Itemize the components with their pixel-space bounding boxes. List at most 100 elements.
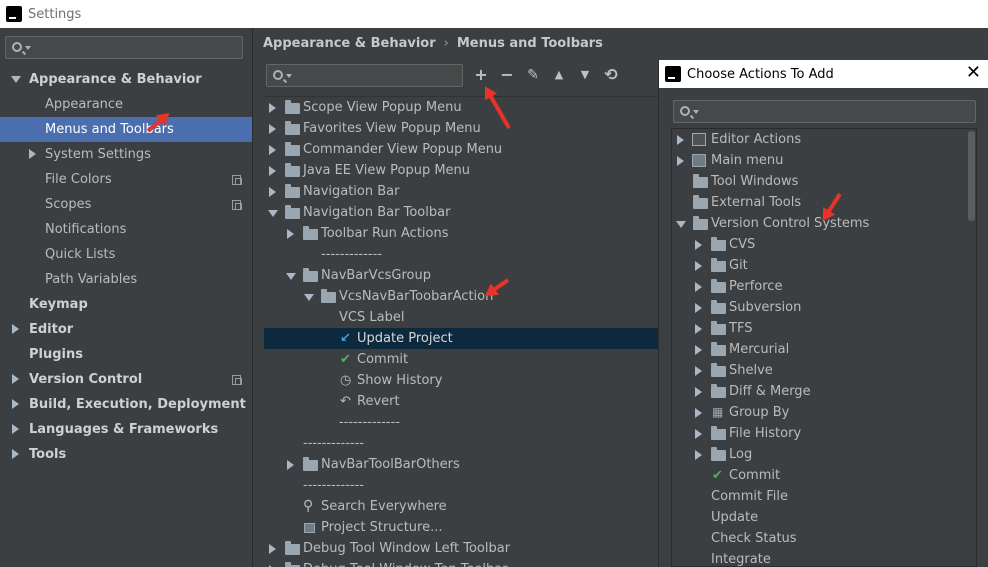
tree-item[interactable]: Tool Windows bbox=[672, 171, 968, 192]
search-dropdown-icon[interactable] bbox=[25, 46, 31, 50]
search-dropdown-icon[interactable] bbox=[693, 110, 699, 114]
expand-right-icon[interactable] bbox=[677, 156, 684, 166]
edit-icon-button[interactable]: ✎ bbox=[524, 66, 542, 84]
tree-item[interactable]: Debug Tool Window Top Toolbar bbox=[264, 559, 658, 567]
tree-separator[interactable]: ------------- bbox=[264, 244, 658, 265]
tree-item[interactable]: Debug Tool Window Left Toolbar bbox=[264, 538, 658, 559]
dialog-search-input[interactable] bbox=[673, 100, 976, 123]
tree-separator[interactable]: ------------- bbox=[264, 412, 658, 433]
tree-item-selected[interactable]: ↙ Update Project bbox=[264, 328, 658, 349]
tree-item[interactable]: Scope View Popup Menu bbox=[264, 97, 658, 118]
expand-right-icon[interactable] bbox=[269, 124, 276, 134]
expand-right-icon[interactable] bbox=[269, 187, 276, 197]
add-action-button[interactable]: + bbox=[472, 66, 490, 84]
tree-item[interactable]: ✔ Commit bbox=[264, 349, 658, 370]
sidebar-item-tools[interactable]: Tools bbox=[0, 442, 252, 467]
tree-item[interactable]: ⚲ Search Everywhere bbox=[264, 496, 658, 517]
vertical-scrollbar[interactable] bbox=[968, 131, 975, 221]
expand-right-icon[interactable] bbox=[695, 429, 702, 439]
expand-right-icon[interactable] bbox=[695, 240, 702, 250]
tree-item[interactable]: CVS bbox=[672, 234, 968, 255]
restore-default-button[interactable]: ⟲ bbox=[602, 66, 620, 84]
tree-separator[interactable]: ------------- bbox=[264, 475, 658, 496]
expand-right-icon[interactable] bbox=[269, 103, 276, 113]
tree-item[interactable]: Subversion bbox=[672, 297, 968, 318]
expand-right-icon[interactable] bbox=[12, 374, 19, 384]
expand-right-icon[interactable] bbox=[287, 460, 294, 470]
expand-right-icon[interactable] bbox=[695, 408, 702, 418]
expand-right-icon[interactable] bbox=[12, 424, 19, 434]
tree-item[interactable]: Mercurial bbox=[672, 339, 968, 360]
expand-right-icon[interactable] bbox=[29, 149, 36, 159]
expand-right-icon[interactable] bbox=[695, 345, 702, 355]
tree-item[interactable]: Commit File bbox=[672, 486, 968, 507]
sidebar-item-appearance-behavior[interactable]: Appearance & Behavior bbox=[0, 67, 252, 92]
expand-right-icon[interactable] bbox=[695, 324, 702, 334]
tree-item[interactable]: Git bbox=[672, 255, 968, 276]
tree-item[interactable]: Favorites View Popup Menu bbox=[264, 118, 658, 139]
tree-item[interactable]: Update bbox=[672, 507, 968, 528]
sidebar-item-scopes[interactable]: Scopes bbox=[0, 192, 252, 217]
sidebar-item-system-settings[interactable]: System Settings bbox=[0, 142, 252, 167]
tree-item[interactable]: Navigation Bar bbox=[264, 181, 658, 202]
sidebar-item-notifications[interactable]: Notifications bbox=[0, 217, 252, 242]
tree-item[interactable]: NavBarToolBarOthers bbox=[264, 454, 658, 475]
tree-item[interactable]: Perforce bbox=[672, 276, 968, 297]
expand-down-icon[interactable] bbox=[268, 210, 278, 217]
expand-right-icon[interactable] bbox=[269, 145, 276, 155]
expand-right-icon[interactable] bbox=[12, 449, 19, 459]
tree-item[interactable]: VCS Label bbox=[264, 307, 658, 328]
sidebar-item-keymap[interactable]: Keymap bbox=[0, 292, 252, 317]
expand-right-icon[interactable] bbox=[695, 303, 702, 313]
close-icon[interactable]: ✕ bbox=[966, 64, 981, 82]
tree-item[interactable]: Integrate bbox=[672, 549, 968, 566]
tree-item[interactable]: ✔ Commit bbox=[672, 465, 968, 486]
tree-item[interactable]: VcsNavBarToobarAction bbox=[264, 286, 658, 307]
tree-item[interactable]: Shelve bbox=[672, 360, 968, 381]
tree-separator[interactable]: ------------- bbox=[264, 433, 658, 454]
sidebar-item-file-colors[interactable]: File Colors bbox=[0, 167, 252, 192]
expand-right-icon[interactable] bbox=[695, 282, 702, 292]
tree-item[interactable]: TFS bbox=[672, 318, 968, 339]
expand-right-icon[interactable] bbox=[695, 387, 702, 397]
breadcrumb-parent[interactable]: Appearance & Behavior bbox=[263, 36, 436, 51]
tree-item[interactable]: NavBarVcsGroup bbox=[264, 265, 658, 286]
tree-item[interactable]: Java EE View Popup Menu bbox=[264, 160, 658, 181]
tree-item[interactable]: Main menu bbox=[672, 150, 968, 171]
expand-right-icon[interactable] bbox=[12, 399, 19, 409]
sidebar-item-appearance[interactable]: Appearance bbox=[0, 92, 252, 117]
sidebar-item-menus-toolbars[interactable]: Menus and Toolbars bbox=[0, 117, 252, 142]
sidebar-item-path-variables[interactable]: Path Variables bbox=[0, 267, 252, 292]
expand-right-icon[interactable] bbox=[695, 261, 702, 271]
expand-down-icon[interactable] bbox=[676, 221, 686, 228]
tree-item[interactable]: Log bbox=[672, 444, 968, 465]
tree-item[interactable]: ▦ Group By bbox=[672, 402, 968, 423]
expand-right-icon[interactable] bbox=[695, 366, 702, 376]
tree-item[interactable]: Navigation Bar Toolbar bbox=[264, 202, 658, 223]
tree-item[interactable]: Commander View Popup Menu bbox=[264, 139, 658, 160]
expand-right-icon[interactable] bbox=[695, 450, 702, 460]
expand-right-icon[interactable] bbox=[677, 135, 684, 145]
move-up-button[interactable]: ▲ bbox=[550, 66, 568, 84]
tree-item[interactable]: Project Structure... bbox=[264, 517, 658, 538]
expand-down-icon[interactable] bbox=[286, 273, 296, 280]
expand-right-icon[interactable] bbox=[269, 166, 276, 176]
sidebar-item-languages[interactable]: Languages & Frameworks bbox=[0, 417, 252, 442]
sidebar-item-quick-lists[interactable]: Quick Lists bbox=[0, 242, 252, 267]
tree-item[interactable]: ↶ Revert bbox=[264, 391, 658, 412]
actions-search-input[interactable] bbox=[266, 64, 463, 87]
sidebar-search-input[interactable] bbox=[5, 36, 243, 59]
sidebar-item-plugins[interactable]: Plugins bbox=[0, 342, 252, 367]
tree-item[interactable]: Editor Actions bbox=[672, 129, 968, 150]
remove-action-button[interactable]: − bbox=[498, 66, 516, 84]
expand-right-icon[interactable] bbox=[269, 544, 276, 554]
expand-right-icon[interactable] bbox=[287, 229, 294, 239]
sidebar-item-version-control[interactable]: Version Control bbox=[0, 367, 252, 392]
expand-down-icon[interactable] bbox=[304, 294, 314, 301]
expand-down-icon[interactable] bbox=[11, 76, 21, 83]
tree-item[interactable]: Toolbar Run Actions bbox=[264, 223, 658, 244]
expand-right-icon[interactable] bbox=[12, 324, 19, 334]
tree-item[interactable]: Check Status bbox=[672, 528, 968, 549]
move-down-button[interactable]: ▼ bbox=[576, 66, 594, 84]
search-dropdown-icon[interactable] bbox=[286, 74, 292, 78]
